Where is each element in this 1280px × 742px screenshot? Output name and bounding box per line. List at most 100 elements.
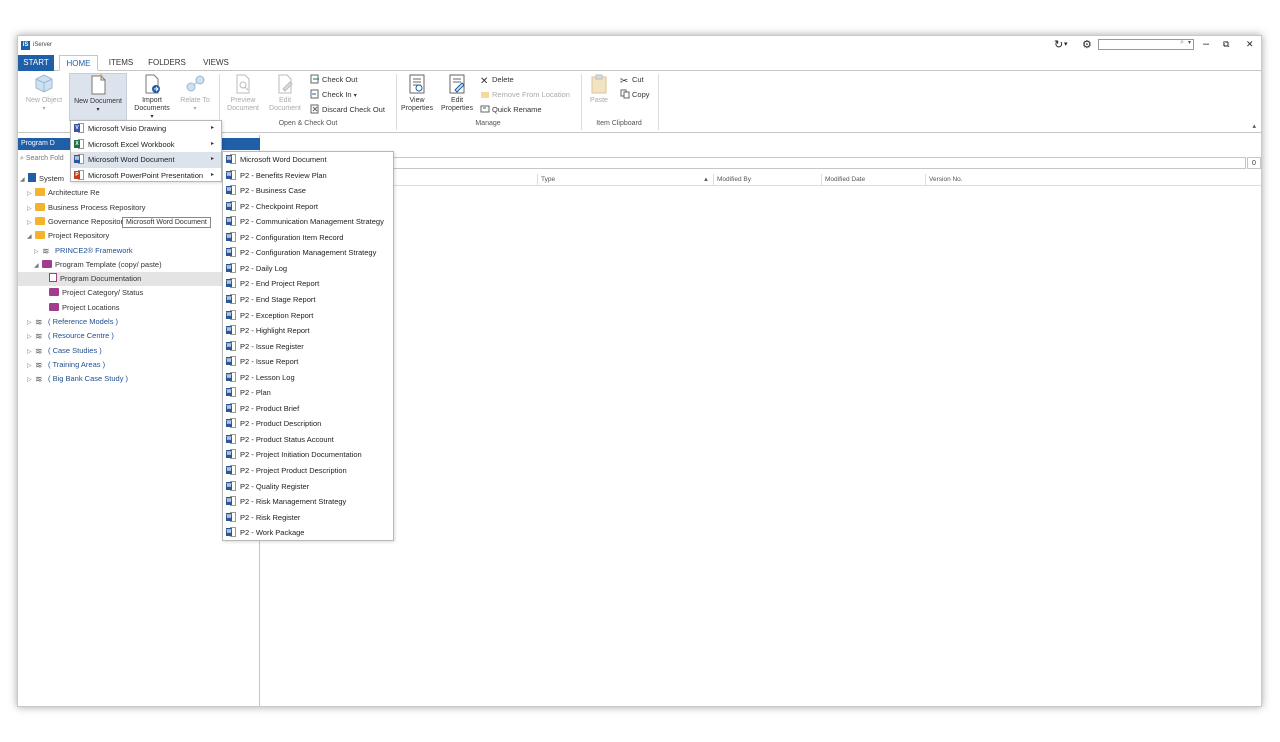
filter-input[interactable] <box>261 157 1246 169</box>
import-documents-button[interactable]: Import Documents ▾ <box>130 73 174 121</box>
word-template-item[interactable]: W P2 - Communication Management Strategy <box>223 214 393 230</box>
view-properties-button[interactable]: View Properties <box>398 73 436 113</box>
collapsed-arrow-icon[interactable]: ▷ <box>27 330 35 344</box>
word-template-item[interactable]: W P2 - Product Description <box>223 416 393 432</box>
new-object-button[interactable]: New Object ▾ <box>22 73 66 113</box>
chevron-down-icon[interactable]: ▾ <box>1188 39 1191 46</box>
quick-rename-button[interactable]: Quick Rename <box>480 103 542 116</box>
remove-from-location-button[interactable]: Remove From Location <box>480 88 570 101</box>
tab-items[interactable]: ITEMS <box>104 55 138 71</box>
copy-button[interactable]: Copy <box>620 88 650 101</box>
word-template-item[interactable]: W P2 - Work Package <box>223 525 393 541</box>
word-template-item[interactable]: W P2 - Project Initiation Documentation <box>223 447 393 463</box>
group-separator <box>396 74 397 130</box>
edit-properties-icon <box>449 74 465 94</box>
word-template-label: P2 - Business Case <box>240 186 306 196</box>
word-template-label: P2 - Daily Log <box>240 263 288 273</box>
word-template-item[interactable]: W P2 - Configuration Item Record <box>223 230 393 246</box>
refresh-dropdown-icon[interactable]: ▾ <box>1064 40 1068 48</box>
word-template-item[interactable]: W P2 - Lesson Log <box>223 370 393 386</box>
close-button[interactable]: ✕ <box>1246 39 1254 50</box>
refresh-icon[interactable]: ↻ <box>1054 38 1063 51</box>
cut-button[interactable]: ✂ Cut <box>620 73 644 87</box>
collapsed-arrow-icon[interactable]: ▷ <box>27 202 35 216</box>
preview-document-button[interactable]: Preview Document <box>223 73 263 113</box>
edit-properties-button[interactable]: Edit Properties <box>438 73 476 113</box>
word-template-item[interactable]: W P2 - Business Case <box>223 183 393 199</box>
collapse-ribbon-icon[interactable]: ▴ <box>1252 122 1256 130</box>
column-header-type[interactable]: Type ▲ <box>537 174 713 186</box>
submenu-arrow-icon: ▸ <box>210 140 214 147</box>
expanded-arrow-icon[interactable]: ◢ <box>34 259 42 273</box>
menu-item-microsoft-word-document[interactable]: W Microsoft Word Document ▸ <box>71 152 221 168</box>
office-app-icon: V <box>74 123 84 133</box>
collapsed-arrow-icon[interactable]: ▷ <box>27 316 35 330</box>
word-template-item[interactable]: W P2 - Plan <box>223 385 393 401</box>
discard-check-out-button[interactable]: Discard Check Out <box>310 103 385 116</box>
tree-item-label: Project Category/ Status <box>62 288 144 298</box>
word-template-item[interactable]: W P2 - Benefits Review Plan <box>223 168 393 184</box>
menu-item-microsoft-excel-workbook[interactable]: X Microsoft Excel Workbook ▸ <box>71 137 221 153</box>
word-template-item[interactable]: W P2 - End Project Report <box>223 276 393 292</box>
word-template-item[interactable]: W P2 - Risk Management Strategy <box>223 494 393 510</box>
menu-item-microsoft-visio-drawing[interactable]: V Microsoft Visio Drawing ▸ <box>71 121 221 137</box>
delete-button[interactable]: ✕ Delete <box>480 73 514 87</box>
word-template-item[interactable]: W P2 - Exception Report <box>223 308 393 324</box>
collapsed-arrow-icon[interactable]: ▷ <box>27 345 35 359</box>
word-template-label: P2 - Risk Management Strategy <box>240 497 347 507</box>
column-header-modified-by[interactable]: Modified By <box>713 174 821 186</box>
check-in-button[interactable]: Check In ▾ <box>310 88 357 101</box>
word-template-label: P2 - Checkpoint Report <box>240 201 318 211</box>
word-template-item[interactable]: W P2 - Highlight Report <box>223 323 393 339</box>
expanded-arrow-icon[interactable]: ◢ <box>20 173 28 187</box>
check-in-label: Check In <box>322 90 352 99</box>
collapsed-arrow-icon[interactable]: ▷ <box>34 245 42 259</box>
scissors-icon: ✂ <box>620 76 629 87</box>
word-template-item[interactable]: W P2 - Project Product Description <box>223 463 393 479</box>
search-icon: ⌕ <box>20 155 24 162</box>
tab-folders[interactable]: FOLDERS <box>145 55 189 71</box>
word-template-item[interactable]: W P2 - Risk Register <box>223 510 393 526</box>
word-document-icon: W <box>226 200 236 211</box>
word-template-item[interactable]: W P2 - Product Status Account <box>223 432 393 448</box>
folder-icon <box>35 231 45 240</box>
expanded-arrow-icon[interactable]: ◢ <box>27 230 35 244</box>
restore-button[interactable]: ⧉ <box>1223 39 1229 50</box>
word-template-item[interactable]: W P2 - Issue Register <box>223 339 393 355</box>
global-search-input[interactable]: ⌕ ▾ <box>1098 39 1194 50</box>
collapsed-arrow-icon[interactable]: ▷ <box>27 373 35 387</box>
chevron-down-icon[interactable]: ▾ <box>354 93 357 99</box>
minimize-button[interactable]: – <box>1203 38 1209 50</box>
word-template-item[interactable]: W P2 - Quality Register <box>223 479 393 495</box>
paste-label: Paste <box>590 97 608 104</box>
word-template-label: P2 - Lesson Log <box>240 372 295 382</box>
edit-document-button[interactable]: Edit Document <box>265 73 305 113</box>
check-out-button[interactable]: Check Out <box>310 73 357 86</box>
word-template-item[interactable]: W P2 - Daily Log <box>223 261 393 277</box>
column-header-modified-date[interactable]: Modified Date <box>821 174 925 186</box>
collapsed-arrow-icon[interactable]: ▷ <box>27 216 35 230</box>
word-template-item[interactable]: W P2 - End Stage Report <box>223 292 393 308</box>
collapsed-arrow-icon[interactable]: ▷ <box>27 359 35 373</box>
column-header-version[interactable]: Version No. <box>925 174 967 186</box>
collapsed-arrow-icon[interactable]: ▷ <box>27 187 35 201</box>
word-document-icon: W <box>226 433 236 444</box>
word-document-icon: W <box>226 231 236 242</box>
word-template-item[interactable]: W P2 - Issue Report <box>223 354 393 370</box>
paste-button[interactable]: Paste <box>584 73 614 105</box>
preview-icon <box>236 74 250 94</box>
word-template-item[interactable]: W Microsoft Word Document <box>223 152 393 168</box>
check-in-icon <box>310 89 319 99</box>
new-document-button[interactable]: New Document ▾ <box>69 73 127 121</box>
menu-item-microsoft-powerpoint-presentation[interactable]: P Microsoft PowerPoint Presentation ▸ <box>71 168 221 184</box>
word-template-item[interactable]: W P2 - Configuration Management Strategy <box>223 245 393 261</box>
document-list-area: 0 Type ▲ Modified By Modified Date Versio… <box>261 135 1261 706</box>
tab-home[interactable]: HOME <box>59 55 98 71</box>
gear-icon[interactable]: ⚙ <box>1082 38 1092 51</box>
tab-start[interactable]: START <box>18 55 54 71</box>
word-template-label: P2 - Product Description <box>240 419 322 429</box>
word-template-item[interactable]: W P2 - Checkpoint Report <box>223 199 393 215</box>
relate-to-button[interactable]: Relate To ▾ <box>176 73 214 113</box>
tab-views[interactable]: VIEWS <box>198 55 234 71</box>
word-template-item[interactable]: W P2 - Product Brief <box>223 401 393 417</box>
